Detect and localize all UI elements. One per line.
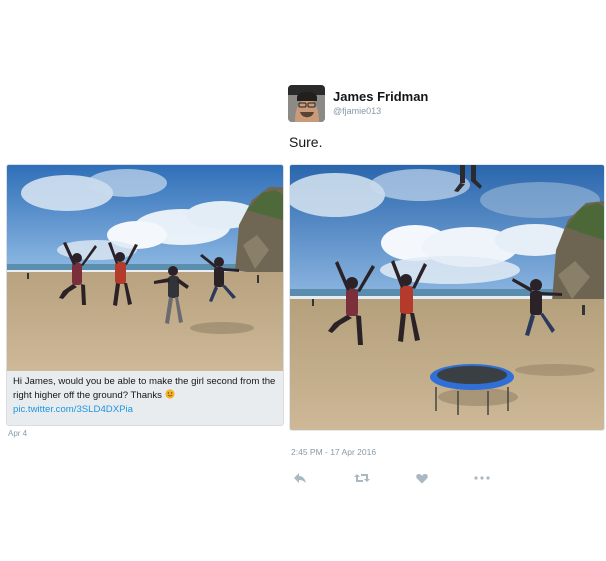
author-text: James Fridman @fjamie013 xyxy=(333,89,428,117)
beach-jump-photo xyxy=(7,165,283,371)
author-handle[interactable]: @fjamie013 xyxy=(333,105,428,117)
tweet-actions xyxy=(290,468,500,488)
original-tweet-date[interactable]: Apr 4 xyxy=(8,429,27,438)
reply-tweet-photo[interactable] xyxy=(289,164,605,431)
original-tweet-photo[interactable] xyxy=(7,165,283,371)
original-tweet-caption: Hi James, would you be able to make the … xyxy=(13,376,276,401)
more-icon[interactable] xyxy=(472,468,492,488)
like-icon[interactable] xyxy=(412,468,432,488)
original-tweet-photo-link[interactable]: pic.twitter.com/3SLD4DXPia xyxy=(13,403,281,417)
avatar[interactable] xyxy=(288,84,325,122)
reply-author[interactable]: James Fridman @fjamie013 xyxy=(288,83,428,123)
reply-tweet-text: Sure. xyxy=(289,134,323,150)
original-tweet-text: Hi James, would you be able to make the … xyxy=(13,375,281,417)
edited-beach-jump-photo xyxy=(290,165,604,430)
original-tweet-card: Hi James, would you be able to make the … xyxy=(6,164,284,426)
reply-icon[interactable] xyxy=(290,468,310,488)
smiling-face-icon xyxy=(165,389,175,399)
reply-timestamp[interactable]: 2:45 PM - 17 Apr 2016 xyxy=(291,447,376,457)
author-name[interactable]: James Fridman xyxy=(333,89,428,105)
retweet-icon[interactable] xyxy=(352,468,372,488)
